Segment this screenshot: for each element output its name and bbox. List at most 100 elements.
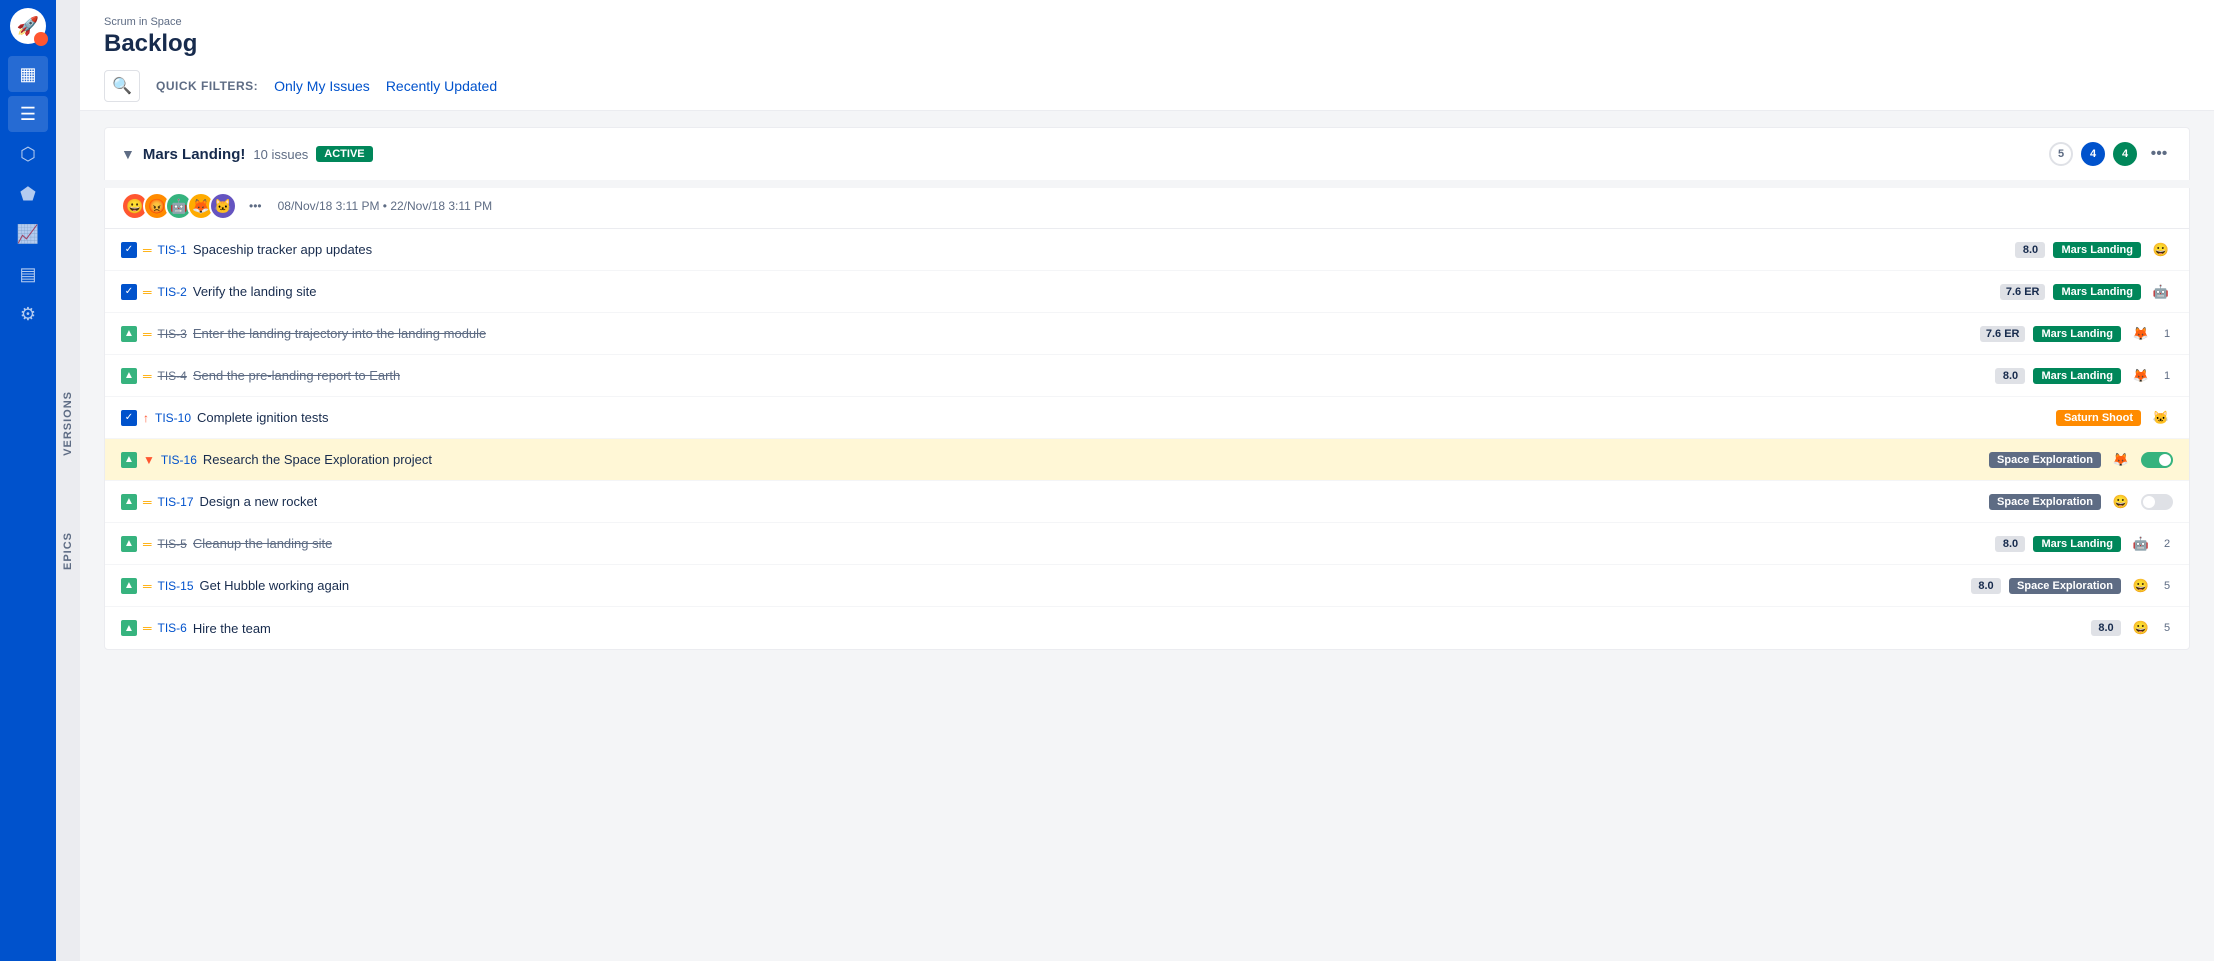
assignee-avatar: 😀 bbox=[2129, 574, 2153, 598]
comment-count: 5 bbox=[2161, 580, 2173, 592]
issue-left: ▲ ▼ TIS-16 Research the Space Exploratio… bbox=[121, 452, 1989, 468]
issue-right: Space Exploration 😀 bbox=[1989, 490, 2173, 514]
table-row[interactable]: ▲ ═ TIS-4 Send the pre-landing report to… bbox=[105, 355, 2189, 397]
issue-right: 7.6 ER Mars Landing 🤖 bbox=[2000, 280, 2173, 304]
assignee-avatar: 🦊 bbox=[2109, 448, 2133, 472]
issue-key[interactable]: TIS-15 bbox=[158, 579, 194, 593]
todo-count: 5 bbox=[2049, 142, 2073, 166]
issue-key[interactable]: TIS-6 bbox=[158, 621, 187, 635]
comment-count: 1 bbox=[2161, 328, 2173, 340]
avatar-5: 🐱 bbox=[209, 192, 237, 220]
issue-key[interactable]: TIS-1 bbox=[158, 243, 187, 257]
issue-key[interactable]: TIS-4 bbox=[158, 369, 187, 383]
story-points: 8.0 bbox=[1995, 536, 2025, 552]
priority-icon: ▼ bbox=[143, 453, 155, 467]
table-row[interactable]: ✓ ↑ TIS-10 Complete ignition tests Satur… bbox=[105, 397, 2189, 439]
sidebar-item-pages[interactable]: ▤ bbox=[8, 256, 48, 292]
table-row[interactable]: ✓ ═ TIS-1 Spaceship tracker app updates … bbox=[105, 229, 2189, 271]
issue-summary: Research the Space Exploration project bbox=[203, 452, 432, 467]
app-logo[interactable]: 🚀 bbox=[10, 8, 46, 44]
issue-key[interactable]: TIS-10 bbox=[155, 411, 191, 425]
issue-summary: Verify the landing site bbox=[193, 284, 317, 299]
comment-count: 1 bbox=[2161, 370, 2173, 382]
epic-badge[interactable]: Mars Landing bbox=[2053, 242, 2141, 258]
table-row[interactable]: ▲ ═ TIS-5 Cleanup the landing site 8.0 M… bbox=[105, 523, 2189, 565]
issue-key[interactable]: TIS-17 bbox=[158, 495, 194, 509]
issue-checkbox[interactable]: ▲ bbox=[121, 452, 137, 468]
issue-left: ✓ ↑ TIS-10 Complete ignition tests bbox=[121, 410, 2056, 426]
epic-badge[interactable]: Space Exploration bbox=[2009, 578, 2121, 594]
priority-icon: ↑ bbox=[143, 411, 149, 425]
issue-summary: Enter the landing trajectory into the la… bbox=[193, 326, 486, 341]
epics-tab[interactable]: EPICS bbox=[58, 524, 78, 578]
issue-checkbox[interactable]: ✓ bbox=[121, 410, 137, 426]
more-avatars: ••• bbox=[249, 199, 262, 213]
versions-tab[interactable]: VERSIONS bbox=[58, 383, 78, 464]
table-row[interactable]: ▲ ═ TIS-6 Hire the team 8.0 😀 5 bbox=[105, 607, 2189, 649]
issue-summary: Cleanup the landing site bbox=[193, 536, 333, 551]
toggle-switch[interactable] bbox=[2141, 452, 2173, 468]
sidebar-item-releases[interactable]: ⬟ bbox=[8, 176, 48, 212]
epic-badge[interactable]: Saturn Shoot bbox=[2056, 410, 2141, 426]
epic-badge[interactable]: Mars Landing bbox=[2033, 368, 2121, 384]
sprint-more-button[interactable]: ••• bbox=[2145, 140, 2173, 168]
issue-left: ▲ ═ TIS-17 Design a new rocket bbox=[121, 494, 1989, 510]
recently-updated-filter[interactable]: Recently Updated bbox=[386, 74, 497, 98]
issue-left: ▲ ═ TIS-6 Hire the team bbox=[121, 620, 2091, 636]
issue-summary: Hire the team bbox=[193, 621, 271, 636]
priority-icon: ═ bbox=[143, 579, 152, 593]
issue-left: ✓ ═ TIS-1 Spaceship tracker app updates bbox=[121, 242, 2015, 258]
todo-count-circle: 5 bbox=[2049, 142, 2073, 166]
issue-checkbox[interactable]: ▲ bbox=[121, 326, 137, 342]
issue-summary: Complete ignition tests bbox=[197, 410, 329, 425]
sprint-issue-count: 10 issues bbox=[253, 147, 308, 162]
sidebar: 🚀 ▦ ☰ ⬡ ⬟ 📈 ▤ ⚙ bbox=[0, 0, 56, 961]
sprint-header-left: ▼ Mars Landing! 10 issues ACTIVE bbox=[121, 146, 373, 163]
only-my-issues-filter[interactable]: Only My Issues bbox=[274, 74, 370, 98]
epic-badge[interactable]: Space Exploration bbox=[1989, 452, 2101, 468]
table-row[interactable]: ▲ ═ TIS-15 Get Hubble working again 8.0 … bbox=[105, 565, 2189, 607]
table-row[interactable]: ✓ ═ TIS-2 Verify the landing site 7.6 ER… bbox=[105, 271, 2189, 313]
toggle-switch[interactable] bbox=[2141, 494, 2173, 510]
issue-key[interactable]: TIS-2 bbox=[158, 285, 187, 299]
issue-checkbox[interactable]: ▲ bbox=[121, 620, 137, 636]
sidebar-item-backlog[interactable]: ☰ bbox=[8, 96, 48, 132]
epic-badge[interactable]: Space Exploration bbox=[1989, 494, 2101, 510]
sprint-header-right: 5 4 4 ••• bbox=[2049, 140, 2173, 168]
issue-summary: Spaceship tracker app updates bbox=[193, 242, 372, 257]
story-points: 8.0 bbox=[1995, 368, 2025, 384]
comment-count: 5 bbox=[2161, 622, 2173, 634]
issue-checkbox[interactable]: ▲ bbox=[121, 578, 137, 594]
issue-key[interactable]: TIS-5 bbox=[158, 537, 187, 551]
collapse-sprint-button[interactable]: ▼ bbox=[121, 146, 135, 162]
issue-key[interactable]: TIS-3 bbox=[158, 327, 187, 341]
issue-key[interactable]: TIS-16 bbox=[161, 453, 197, 467]
epic-badge[interactable]: Mars Landing bbox=[2033, 326, 2121, 342]
issue-checkbox[interactable]: ▲ bbox=[121, 536, 137, 552]
priority-icon: ═ bbox=[143, 243, 152, 257]
search-button[interactable]: 🔍 bbox=[104, 70, 140, 102]
issue-right: 8.0 Mars Landing 😀 bbox=[2015, 238, 2173, 262]
sidebar-item-reports[interactable]: ⬡ bbox=[8, 136, 48, 172]
epic-badge[interactable]: Mars Landing bbox=[2053, 284, 2141, 300]
epic-badge[interactable]: Mars Landing bbox=[2033, 536, 2121, 552]
page-title: Backlog bbox=[104, 30, 2190, 58]
sidebar-item-board[interactable]: ▦ bbox=[8, 56, 48, 92]
table-row[interactable]: ▲ ═ TIS-3 Enter the landing trajectory i… bbox=[105, 313, 2189, 355]
assignee-avatar: 🦊 bbox=[2129, 364, 2153, 388]
done-count: 4 bbox=[2113, 142, 2137, 166]
story-points: 8.0 bbox=[2015, 242, 2045, 258]
table-row[interactable]: ▲ ═ TIS-17 Design a new rocket Space Exp… bbox=[105, 481, 2189, 523]
issue-checkbox[interactable]: ▲ bbox=[121, 494, 137, 510]
issue-checkbox[interactable]: ✓ bbox=[121, 242, 137, 258]
sprint-header: ▼ Mars Landing! 10 issues ACTIVE 5 4 4 •… bbox=[104, 127, 2190, 180]
table-row[interactable]: ▲ ▼ TIS-16 Research the Space Exploratio… bbox=[105, 439, 2189, 481]
notification-badge bbox=[34, 32, 48, 46]
sidebar-item-analytics[interactable]: 📈 bbox=[8, 216, 48, 252]
sidebar-item-settings[interactable]: ⚙ bbox=[8, 296, 48, 332]
issue-checkbox[interactable]: ▲ bbox=[121, 368, 137, 384]
issue-summary: Get Hubble working again bbox=[200, 578, 350, 593]
issue-left: ▲ ═ TIS-4 Send the pre-landing report to… bbox=[121, 368, 1995, 384]
priority-icon: ═ bbox=[143, 495, 152, 509]
issue-checkbox[interactable]: ✓ bbox=[121, 284, 137, 300]
